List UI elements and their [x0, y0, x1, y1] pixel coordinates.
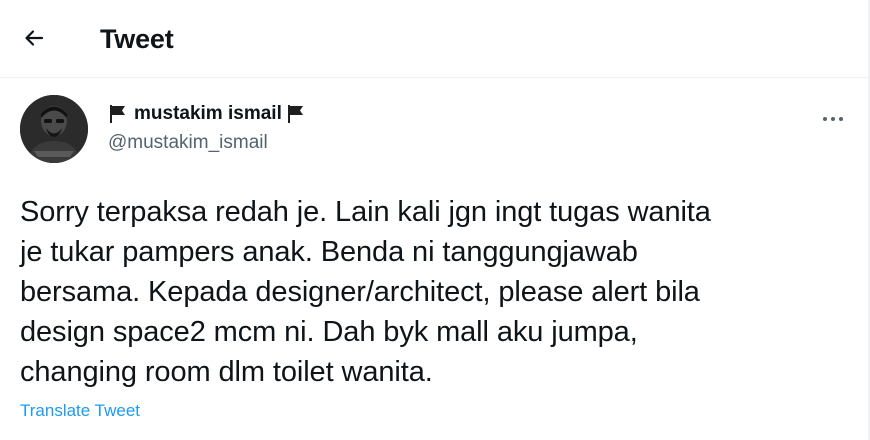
avatar[interactable]: [20, 95, 88, 163]
tweet-text: Sorry terpaksa redah je. Lain kali jgn i…: [20, 196, 711, 388]
back-button[interactable]: [14, 20, 54, 60]
top-bar: Tweet: [0, 0, 868, 78]
page-title: Tweet: [100, 24, 174, 54]
black-flag-icon: [108, 103, 130, 125]
tweet-page: Tweet mustakim ismail @mustakim_ismail S…: [0, 0, 870, 440]
display-name[interactable]: mustakim ismail: [134, 102, 282, 126]
more-options-button[interactable]: [816, 101, 850, 135]
user-handle[interactable]: @mustakim_ismail: [108, 131, 268, 155]
black-flag-icon: [286, 103, 308, 125]
arrow-left-icon: [22, 26, 46, 55]
more-dots-icon: [822, 109, 844, 127]
name-row: mustakim ismail: [108, 102, 308, 126]
translate-tweet-link[interactable]: Translate Tweet: [20, 400, 140, 422]
tweet-author: mustakim ismail @mustakim_ismail: [20, 95, 860, 167]
